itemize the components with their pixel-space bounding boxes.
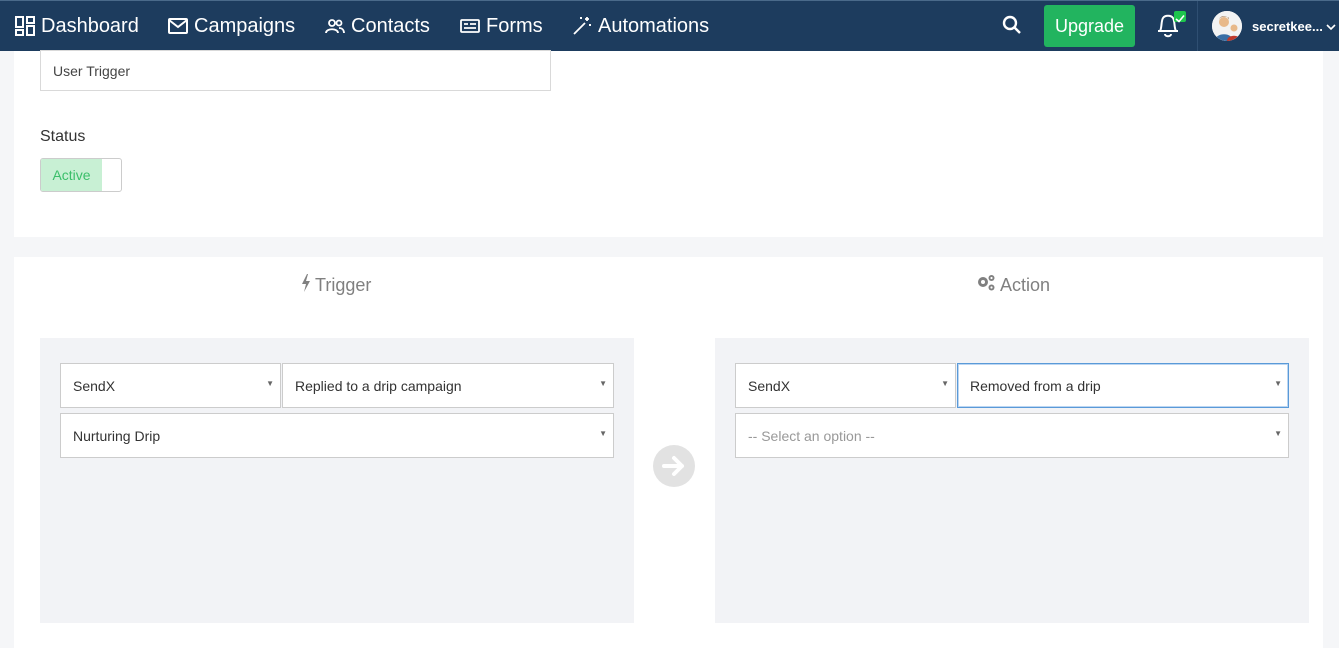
trigger-app-select[interactable]: SendX ▼ (60, 363, 281, 408)
action-event-value: Removed from a drip (970, 377, 1101, 394)
magic-wand-icon (572, 16, 592, 36)
chevron-down-icon (1326, 19, 1336, 34)
nav-campaigns[interactable]: Campaigns (168, 1, 295, 51)
upgrade-button[interactable]: Upgrade (1044, 5, 1135, 47)
nav-automations-label: Automations (598, 14, 710, 37)
status-active-label: Active (41, 159, 102, 191)
status-label: Status (40, 128, 86, 145)
top-navbar: Dashboard Campaigns Contacts Forms Autom… (0, 0, 1339, 51)
action-panel: SendX ▼ Removed from a drip ▼ -- Select … (715, 338, 1309, 623)
navbar-divider (1197, 1, 1198, 51)
nav-contacts[interactable]: Contacts (325, 1, 430, 51)
caret-down-icon: ▼ (1274, 429, 1282, 438)
caret-down-icon: ▼ (1274, 379, 1282, 388)
action-event-select[interactable]: Removed from a drip ▼ (957, 363, 1289, 408)
caret-down-icon: ▼ (599, 429, 607, 438)
action-app-select[interactable]: SendX ▼ (735, 363, 956, 408)
trigger-drip-value: Nurturing Drip (73, 427, 161, 444)
action-drip-select[interactable]: -- Select an option -- ▼ (735, 413, 1289, 458)
action-drip-placeholder: -- Select an option -- (748, 427, 875, 444)
trigger-event-select[interactable]: Replied to a drip campaign ▼ (282, 363, 614, 408)
trigger-panel: SendX ▼ Replied to a drip campaign ▼ Nur… (40, 338, 634, 623)
form-icon (460, 18, 480, 34)
arrow-right-icon (653, 445, 695, 487)
trigger-heading: Trigger (301, 274, 371, 297)
trigger-heading-label: Trigger (315, 275, 372, 295)
action-heading: Action (976, 274, 1050, 297)
caret-down-icon: ▼ (941, 379, 949, 388)
nav-dashboard[interactable]: Dashboard (15, 1, 139, 51)
bolt-icon (301, 274, 315, 297)
action-app-value: SendX (748, 377, 791, 394)
nav-forms[interactable]: Forms (460, 1, 543, 51)
envelope-icon (168, 18, 188, 34)
notification-check-badge (1174, 11, 1186, 23)
nav-forms-label: Forms (486, 14, 543, 37)
nav-contacts-label: Contacts (351, 14, 430, 37)
caret-down-icon: ▼ (599, 379, 607, 388)
gears-icon (976, 274, 1000, 297)
nav-dashboard-label: Dashboard (41, 14, 139, 37)
status-toggle[interactable]: Active (40, 158, 122, 192)
rule-card: Trigger Action SendX ▼ Replied to a drip… (14, 257, 1323, 648)
users-icon (325, 18, 345, 34)
action-heading-label: Action (1000, 275, 1051, 295)
trigger-drip-select[interactable]: Nurturing Drip ▼ (60, 413, 614, 458)
user-menu[interactable]: secretkee... (1212, 9, 1336, 43)
avatar (1212, 11, 1242, 41)
dashboard-icon (15, 16, 35, 36)
trigger-app-value: SendX (73, 377, 116, 394)
trigger-name-input[interactable] (40, 50, 551, 91)
trigger-settings-card: Status Active (14, 50, 1323, 237)
username-label: secretkee... (1252, 18, 1323, 34)
trigger-event-value: Replied to a drip campaign (295, 377, 462, 394)
search-icon[interactable] (1002, 15, 1022, 40)
caret-down-icon: ▼ (266, 379, 274, 388)
nav-campaigns-label: Campaigns (194, 14, 296, 37)
nav-automations[interactable]: Automations (572, 1, 709, 51)
